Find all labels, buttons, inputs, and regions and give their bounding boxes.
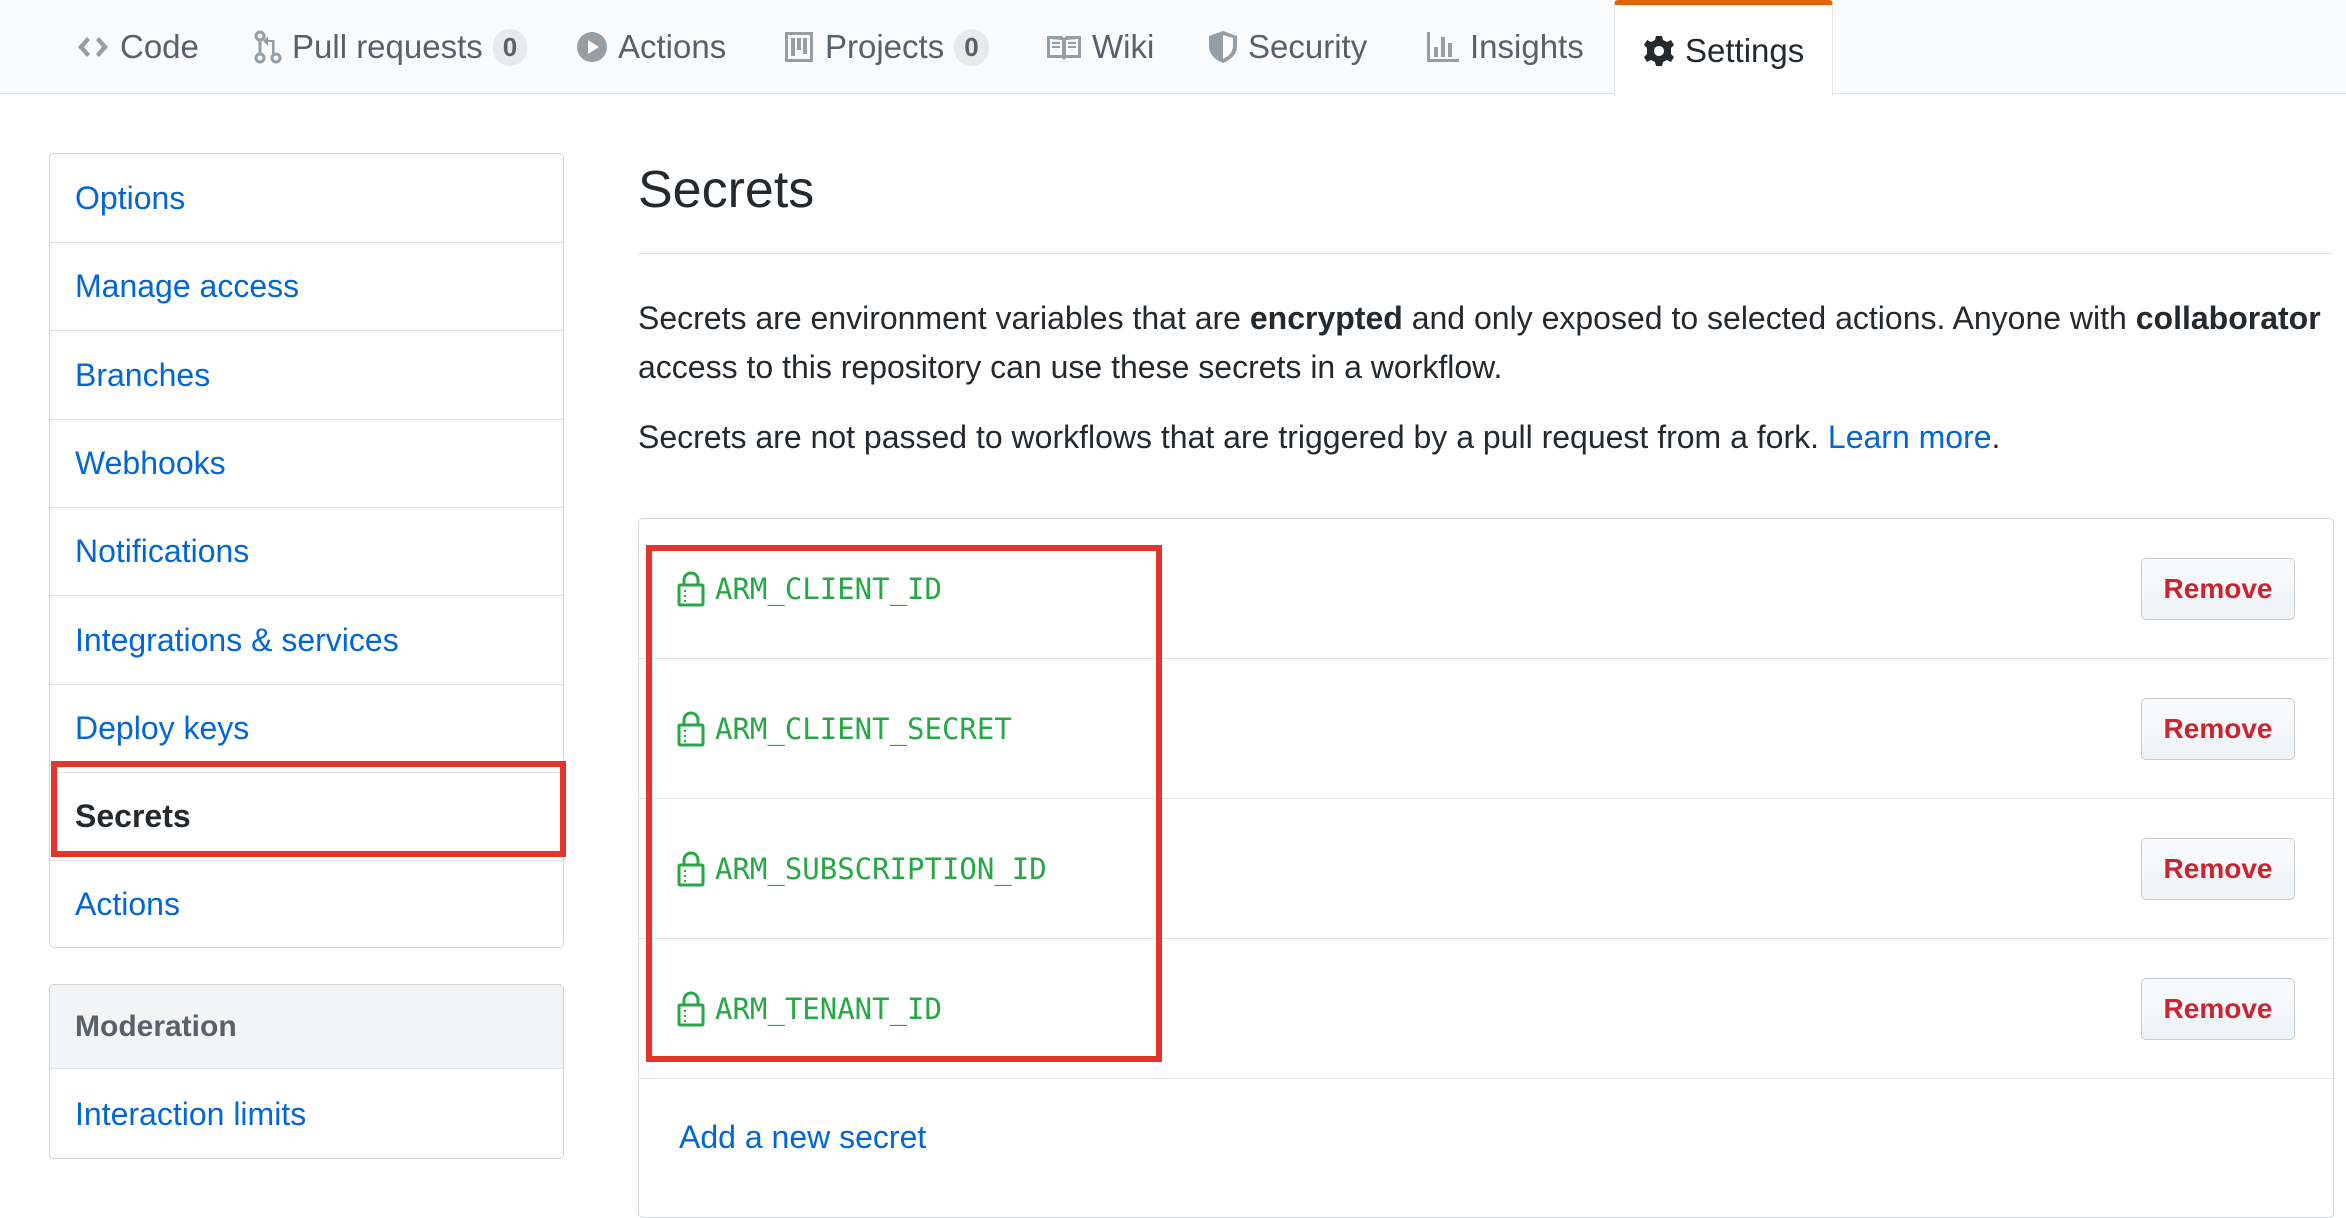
intro-bold-collaborator: collaborator (2135, 300, 2321, 336)
secrets-list: ARM_CLIENT_ID Remove ARM_CLIENT_SECRET R… (638, 518, 2334, 1218)
intro-text: Secrets are environment variables that a… (638, 300, 1250, 336)
shield-icon (1208, 30, 1238, 64)
tab-actions[interactable]: Actions (576, 0, 726, 94)
intro-text: access to this repository can use these … (638, 349, 1503, 385)
tab-insights[interactable]: Insights (1426, 0, 1584, 94)
secret-name: ARM_CLIENT_SECRET (677, 711, 1012, 747)
secret-name-text: ARM_CLIENT_SECRET (715, 711, 1012, 746)
lock-icon (677, 851, 705, 886)
moderation-sidebar: Moderation Interaction limits (49, 984, 564, 1159)
tab-label: Settings (1685, 31, 1805, 69)
tab-pull-requests[interactable]: Pull requests 0 (254, 0, 528, 94)
intro-text: and only exposed to selected actions. An… (1402, 300, 2136, 336)
secret-name: ARM_TENANT_ID (677, 991, 942, 1027)
remove-secret-button[interactable]: Remove (2141, 837, 2295, 900)
play-icon (576, 31, 608, 63)
sidebar-item-interaction-limits[interactable]: Interaction limits (50, 1069, 563, 1159)
title-divider (638, 253, 2334, 254)
sidebar-item-deploy-keys[interactable]: Deploy keys (50, 684, 563, 772)
secret-row: ARM_TENANT_ID Remove (639, 939, 2333, 1079)
tab-wiki[interactable]: Wiki (1046, 0, 1154, 94)
fork-note-text: Secrets are not passed to workflows that… (638, 419, 1828, 455)
page-title: Secrets (638, 161, 815, 219)
tab-label: Insights (1470, 28, 1584, 65)
remove-secret-button[interactable]: Remove (2141, 977, 2295, 1040)
tab-label: Actions (618, 28, 727, 65)
lock-icon (677, 711, 705, 746)
settings-sidebar: Options Manage access Branches Webhooks … (49, 153, 564, 948)
projects-count: 0 (954, 28, 989, 66)
repo-nav: Code Pull requests 0 Actions Projects 0 … (0, 0, 2346, 96)
lock-icon (677, 991, 705, 1026)
secret-name-text: ARM_TENANT_ID (715, 991, 942, 1026)
lock-icon (677, 571, 705, 606)
tab-security[interactable]: Security (1208, 0, 1367, 94)
sidebar-item-notifications[interactable]: Notifications (50, 507, 563, 595)
tab-label: Pull requests (292, 28, 483, 65)
sidebar-item-webhooks[interactable]: Webhooks (50, 419, 563, 507)
intro-bold-encrypted: encrypted (1249, 300, 1403, 336)
tab-projects[interactable]: Projects 0 (783, 0, 989, 94)
tab-label: Code (120, 28, 199, 65)
remove-secret-button[interactable]: Remove (2141, 557, 2295, 620)
tab-label: Security (1248, 28, 1368, 65)
fork-note-paragraph: Secrets are not passed to workflows that… (638, 413, 2338, 462)
sidebar-item-secrets[interactable]: Secrets (50, 772, 563, 860)
moderation-heading: Moderation (50, 985, 563, 1069)
sidebar-item-options[interactable]: Options (50, 154, 563, 242)
intro-paragraph: Secrets are environment variables that a… (638, 294, 2338, 392)
add-new-secret-link[interactable]: Add a new secret (679, 1119, 926, 1156)
sidebar-item-actions[interactable]: Actions (50, 860, 563, 948)
tab-settings[interactable]: Settings (1614, 0, 1834, 96)
secret-name: ARM_CLIENT_ID (677, 571, 942, 607)
secret-name-text: ARM_SUBSCRIPTION_ID (715, 851, 1047, 886)
graph-icon (1426, 31, 1460, 63)
code-icon (76, 32, 110, 62)
fork-note-period: . (1991, 419, 2001, 455)
secret-row: ARM_CLIENT_ID Remove (639, 519, 2333, 659)
pull-request-icon (254, 30, 282, 64)
book-icon (1046, 33, 1082, 61)
gear-icon (1643, 35, 1675, 67)
secret-row: ARM_SUBSCRIPTION_ID Remove (639, 799, 2333, 939)
remove-secret-button[interactable]: Remove (2141, 697, 2295, 760)
sidebar-item-integrations[interactable]: Integrations & services (50, 595, 563, 684)
tab-code[interactable]: Code (76, 0, 199, 94)
project-icon (783, 30, 815, 64)
sidebar-item-branches[interactable]: Branches (50, 330, 563, 419)
secret-name-text: ARM_CLIENT_ID (715, 571, 942, 606)
tab-label: Projects (825, 28, 945, 65)
secret-row: ARM_CLIENT_SECRET Remove (639, 659, 2333, 799)
learn-more-link[interactable]: Learn more (1828, 419, 1992, 455)
tab-label: Wiki (1092, 28, 1155, 65)
secret-name: ARM_SUBSCRIPTION_ID (677, 851, 1047, 887)
sidebar-item-manage-access[interactable]: Manage access (50, 242, 563, 330)
pull-requests-count: 0 (492, 28, 528, 66)
